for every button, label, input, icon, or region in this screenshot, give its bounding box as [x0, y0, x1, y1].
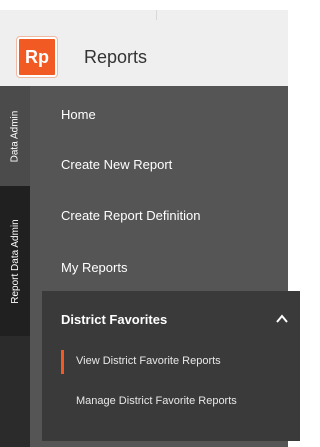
- rail-tab-label: Data Admin: [9, 110, 21, 162]
- side-rail: Data Admin Report Data Admin: [0, 86, 30, 447]
- favorites-title[interactable]: District Favorites: [61, 312, 167, 327]
- app-logo[interactable]: Rp: [16, 36, 58, 78]
- submenu-item-view-favorites[interactable]: View District Favorite Reports: [76, 355, 221, 367]
- rail-tab-report-data-admin[interactable]: Report Data Admin: [0, 186, 30, 336]
- submenu-item-manage-favorites[interactable]: Manage District Favorite Reports: [76, 395, 237, 407]
- chevron-up-icon[interactable]: [275, 312, 289, 326]
- rail-tab-label: Report Data Admin: [9, 218, 21, 304]
- menu-item-create-report-definition[interactable]: Create Report Definition: [61, 208, 200, 223]
- app-title: Reports: [84, 47, 148, 67]
- active-indicator: [61, 350, 64, 374]
- rail-tab-data-admin[interactable]: Data Admin: [0, 86, 30, 186]
- app-header: Rp Reports: [0, 10, 288, 86]
- favorites-section: District Favorites View District Favorit…: [42, 291, 300, 441]
- menu-item-create-new-report[interactable]: Create New Report: [61, 157, 172, 172]
- menu-item-my-reports[interactable]: My Reports: [61, 260, 127, 275]
- header-divider: [156, 10, 157, 20]
- menu-item-home[interactable]: Home: [61, 107, 96, 122]
- nav-menu: Home Create New Report Create Report Def…: [30, 86, 300, 447]
